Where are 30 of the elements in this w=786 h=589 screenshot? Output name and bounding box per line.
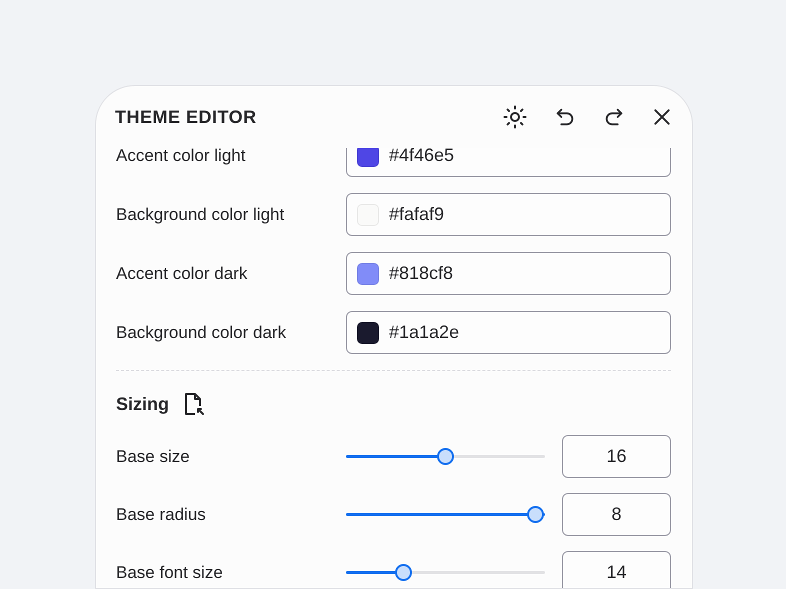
- slider-thumb[interactable]: [527, 506, 544, 522]
- slider-label: Base radius: [116, 504, 207, 524]
- number-input-field[interactable]: 14: [562, 551, 671, 588]
- slider[interactable]: [346, 564, 545, 582]
- redo-icon[interactable]: [603, 106, 625, 128]
- field-label: Background color light: [116, 204, 286, 224]
- slider[interactable]: [346, 448, 545, 466]
- close-icon[interactable]: [652, 107, 672, 127]
- field-label: Background color dark: [116, 322, 288, 342]
- sun-icon[interactable]: [503, 105, 527, 129]
- color-swatch[interactable]: [357, 322, 379, 344]
- section-heading: Sizing: [116, 394, 169, 414]
- undo-icon[interactable]: [554, 106, 576, 128]
- color-input-field[interactable]: #4f46e5: [346, 148, 671, 177]
- color-input-field[interactable]: #818cf8: [346, 252, 671, 295]
- field-label: Accent color dark: [116, 264, 248, 284]
- number-input-field[interactable]: 16: [562, 435, 671, 478]
- slider-thumb[interactable]: [394, 564, 412, 580]
- panel-title: THEME EDITOR: [115, 106, 258, 128]
- color-input-field[interactable]: #fafaf9: [346, 193, 671, 236]
- slider-thumb[interactable]: [436, 448, 454, 464]
- field-label: Accent color light: [116, 148, 246, 166]
- color-input-field[interactable]: #1a1a2e: [346, 311, 671, 354]
- file-cursor-icon[interactable]: [183, 392, 205, 416]
- color-swatch[interactable]: [357, 148, 379, 166]
- slider-label: Base font size: [116, 562, 224, 582]
- number-input-field[interactable]: 8: [562, 493, 671, 536]
- slider[interactable]: [346, 506, 545, 524]
- color-swatch[interactable]: [357, 262, 379, 284]
- slider-label: Base size: [116, 446, 191, 466]
